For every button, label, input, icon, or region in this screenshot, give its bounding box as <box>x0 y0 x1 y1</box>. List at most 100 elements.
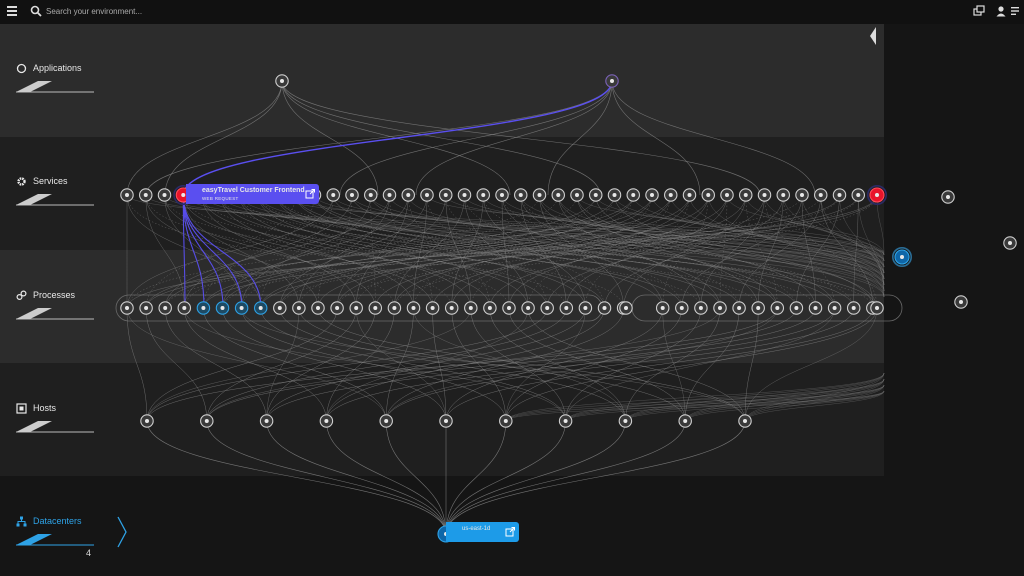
process-node[interactable] <box>870 301 884 315</box>
process-node[interactable] <box>425 301 440 315</box>
service-node[interactable] <box>570 188 584 202</box>
process-node[interactable] <box>578 301 593 315</box>
process-node[interactable] <box>330 301 344 315</box>
more-menu-icon[interactable] <box>1008 4 1022 18</box>
process-node[interactable] <box>483 301 497 315</box>
service-node[interactable] <box>645 188 659 202</box>
service-node[interactable] <box>664 188 678 202</box>
service-node[interactable] <box>326 188 340 202</box>
search-input[interactable] <box>46 3 306 20</box>
process-node[interactable] <box>502 301 516 315</box>
process-node[interactable] <box>349 301 363 315</box>
service-node[interactable] <box>439 188 453 202</box>
external-link-icon[interactable] <box>304 188 316 200</box>
process-node[interactable] <box>732 301 746 315</box>
process-node[interactable] <box>120 301 134 315</box>
service-node[interactable] <box>867 185 887 205</box>
service-node[interactable] <box>832 188 847 202</box>
process-node[interactable] <box>846 301 861 315</box>
service-node[interactable] <box>589 188 603 202</box>
service-node[interactable] <box>532 188 547 202</box>
process-node[interactable] <box>139 301 153 315</box>
process-node[interactable] <box>770 301 785 315</box>
process-node[interactable] <box>253 301 268 315</box>
process-node[interactable] <box>273 301 287 315</box>
service-node[interactable] <box>420 188 434 202</box>
service-node[interactable] <box>514 188 528 202</box>
service-node[interactable] <box>626 188 640 202</box>
service-node[interactable] <box>851 188 865 202</box>
service-node[interactable] <box>1003 236 1017 250</box>
process-node[interactable] <box>827 301 842 315</box>
chevron-right-icon[interactable] <box>116 516 128 548</box>
process-node[interactable] <box>619 301 633 315</box>
host-node[interactable] <box>200 414 214 428</box>
service-node[interactable] <box>551 188 565 202</box>
process-node[interactable] <box>464 301 478 315</box>
process-node[interactable] <box>311 301 325 315</box>
host-node[interactable] <box>678 414 692 428</box>
host-node[interactable] <box>439 414 453 428</box>
collapse-panel-icon[interactable] <box>868 26 878 46</box>
service-node[interactable] <box>139 188 153 202</box>
process-node[interactable] <box>406 301 421 315</box>
hamburger-menu-icon[interactable] <box>7 6 17 18</box>
application-node[interactable] <box>605 74 619 88</box>
host-node[interactable] <box>618 414 633 428</box>
process-node[interactable] <box>234 301 249 315</box>
service-node[interactable] <box>757 188 772 202</box>
service-node[interactable] <box>457 188 472 202</box>
service-node[interactable] <box>941 190 955 204</box>
service-node[interactable] <box>364 188 378 202</box>
process-node[interactable] <box>444 301 459 315</box>
host-node[interactable] <box>558 414 573 428</box>
process-node[interactable] <box>387 301 402 315</box>
process-node[interactable] <box>368 301 383 315</box>
host-node[interactable] <box>140 414 154 428</box>
process-node[interactable] <box>713 301 727 315</box>
service-node[interactable] <box>892 247 912 267</box>
service-node[interactable] <box>682 188 697 202</box>
process-node[interactable] <box>158 301 172 315</box>
datacenter-tooltip[interactable]: us-east-1d <box>446 522 519 542</box>
service-node[interactable] <box>476 188 490 202</box>
process-node[interactable] <box>694 301 708 315</box>
service-node[interactable] <box>795 188 809 202</box>
process-node[interactable] <box>655 301 670 315</box>
process-node[interactable] <box>215 301 230 315</box>
host-node[interactable] <box>738 414 752 428</box>
application-node[interactable] <box>275 74 289 88</box>
service-node[interactable] <box>345 188 359 202</box>
process-node[interactable] <box>521 301 535 315</box>
host-node[interactable] <box>259 414 274 428</box>
host-node[interactable] <box>379 414 393 428</box>
service-node[interactable] <box>776 188 790 202</box>
process-node[interactable] <box>789 301 804 315</box>
service-node[interactable] <box>701 188 715 202</box>
process-node[interactable] <box>292 301 306 315</box>
service-node[interactable] <box>157 188 172 202</box>
process-node[interactable] <box>675 301 689 315</box>
service-node[interactable] <box>495 188 509 202</box>
service-node[interactable] <box>401 188 415 202</box>
process-node[interactable] <box>177 301 192 315</box>
service-node[interactable] <box>382 188 397 202</box>
service-node[interactable] <box>739 188 753 202</box>
host-node[interactable] <box>319 414 334 428</box>
process-node[interactable] <box>196 301 211 315</box>
service-node[interactable] <box>720 188 734 202</box>
host-node[interactable] <box>499 414 513 428</box>
process-node[interactable] <box>808 301 823 315</box>
external-link-icon[interactable] <box>504 526 516 538</box>
process-node[interactable] <box>954 295 968 309</box>
service-node[interactable] <box>607 188 622 202</box>
service-node[interactable] <box>814 188 828 202</box>
windows-icon[interactable] <box>972 4 986 18</box>
service-node[interactable] <box>120 188 134 202</box>
user-icon[interactable] <box>994 4 1008 18</box>
process-node[interactable] <box>751 301 765 315</box>
service-tooltip[interactable]: easyTravel Customer Frontend WEB REQUEST <box>186 184 319 204</box>
process-node[interactable] <box>540 301 554 315</box>
process-node[interactable] <box>559 301 574 315</box>
process-node[interactable] <box>597 301 612 315</box>
